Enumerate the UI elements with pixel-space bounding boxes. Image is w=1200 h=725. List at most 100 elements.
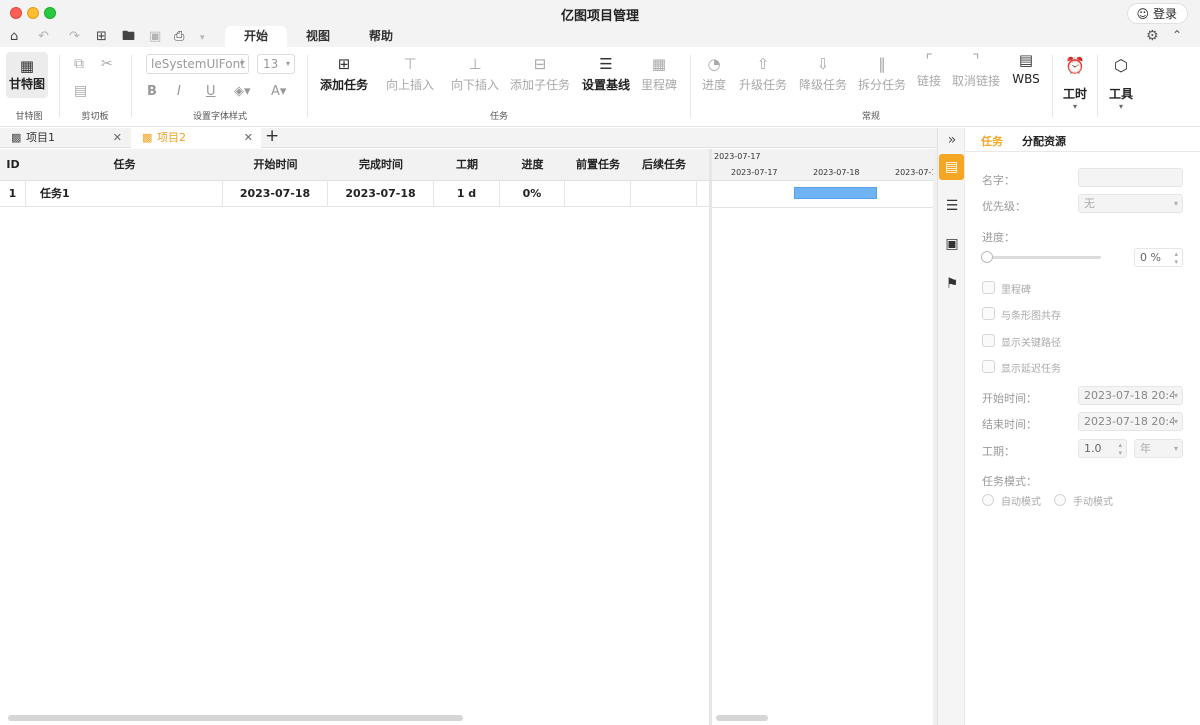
cell-predecessors[interactable]	[565, 181, 631, 206]
home-icon[interactable]: ⌂	[10, 29, 18, 44]
critical-path-checkbox[interactable]	[982, 334, 995, 347]
auto-mode-radio[interactable]	[982, 494, 994, 506]
new-file-icon[interactable]: ⊞	[96, 29, 107, 44]
insert-below-button[interactable]: ⊥ 向下插入	[447, 53, 503, 93]
column-header-id[interactable]: ID	[0, 149, 26, 181]
column-header-task[interactable]: 任务	[26, 149, 223, 181]
doc-tab-project2[interactable]: ▩ 项目2 ✕	[131, 128, 261, 148]
list-icon[interactable]: ☰	[938, 198, 966, 214]
print-icon[interactable]: ⎙	[174, 29, 184, 44]
milestone-button[interactable]: ▦ 里程碑	[638, 53, 680, 93]
split-task-button[interactable]: ‖ 拆分任务	[856, 53, 908, 93]
column-header-predecessors[interactable]: 前置任务	[565, 149, 631, 181]
wbs-button[interactable]: ▤ WBS	[1008, 49, 1044, 86]
add-task-icon: ⊞	[337, 55, 351, 73]
doc-tab-project1[interactable]: ▩ 项目1 ✕	[0, 128, 130, 148]
add-task-button[interactable]: ⊞ 添加任务	[318, 53, 370, 93]
copy-icon[interactable]: ⧉	[74, 56, 84, 72]
group-label-task: 任务	[489, 112, 508, 122]
panel-tab-task[interactable]: 任务	[981, 133, 1003, 149]
progress-slider-handle[interactable]	[981, 251, 993, 263]
start-time-label: 开始时间：	[982, 392, 1037, 405]
chevron-down-icon: ▾	[1173, 444, 1178, 453]
menu-tab-start[interactable]: 开始	[225, 26, 287, 47]
gantt-row-divider	[712, 207, 933, 208]
add-tab-icon[interactable]: +	[265, 126, 279, 146]
add-subtask-button[interactable]: ⊟ 添加子任务	[509, 53, 571, 93]
cell-id[interactable]: 1	[0, 181, 26, 206]
cell-successors[interactable]	[631, 181, 697, 206]
column-header-progress[interactable]: 进度	[500, 149, 565, 181]
menu-bar: ⌂ ↶ ↷ ⊞ 🖿 ▣ ⎙ ▾ 开始 视图 帮助 ⚙ ⌃	[0, 26, 1200, 47]
grid-horizontal-scrollbar[interactable]	[8, 715, 463, 721]
priority-select[interactable]: 无 ▾	[1078, 194, 1183, 213]
column-header-start[interactable]: 开始时间	[223, 149, 328, 181]
bold-icon[interactable]: B	[147, 84, 157, 99]
set-baseline-button[interactable]: ☰ 设置基线	[580, 53, 632, 93]
end-time-field[interactable]: 2023-07-18 20:4 ▾	[1078, 412, 1183, 431]
paste-icon[interactable]: ▤	[74, 83, 87, 99]
chevron-down-icon: ▾	[1072, 102, 1077, 111]
redo-icon[interactable]: ↷	[69, 29, 80, 44]
panel-tab-resources[interactable]: 分配资源	[1022, 133, 1066, 149]
panel-tabs: 任务 分配资源	[965, 128, 1200, 152]
fill-color-icon[interactable]: ◈▾	[234, 84, 251, 99]
save-icon[interactable]: ▣	[149, 29, 161, 44]
cut-icon[interactable]: ✂	[101, 56, 113, 72]
upgrade-task-button[interactable]: ⇧ 升级任务	[737, 53, 789, 93]
cell-finish[interactable]: 2023-07-18	[328, 181, 434, 206]
underline-icon[interactable]: U	[206, 84, 216, 99]
gantt-view-button[interactable]: ▦ 甘特图	[6, 52, 48, 98]
font-size-select[interactable]: 13 ▾	[257, 54, 295, 74]
column-header-finish[interactable]: 完成时间	[328, 149, 434, 181]
italic-icon[interactable]: I	[177, 84, 181, 99]
close-icon[interactable]: ✕	[113, 128, 122, 148]
column-header-successors[interactable]: 后续任务	[631, 149, 697, 181]
delayed-tasks-checkbox[interactable]	[982, 360, 995, 373]
duration-stepper[interactable]: 1.0 ▴ ▾	[1078, 439, 1127, 458]
task-properties-icon[interactable]: ▤	[939, 154, 964, 180]
progress-stepper[interactable]: 0 % ▴ ▾	[1134, 248, 1183, 267]
cell-progress[interactable]: 0%	[500, 181, 565, 206]
manual-mode-radio[interactable]	[1054, 494, 1066, 506]
progress-slider[interactable]	[985, 256, 1101, 259]
duration-unit-select[interactable]: 年 ▾	[1134, 439, 1183, 458]
tools-button[interactable]: ⬡ 工具 ▾	[1104, 55, 1138, 111]
quick-access-dropdown-icon[interactable]: ▾	[200, 31, 205, 46]
table-row[interactable]: 1 任务1 2023-07-18 2023-07-18 1 d 0%	[0, 181, 709, 207]
coexist-checkbox[interactable]	[982, 307, 995, 320]
note-icon[interactable]: ▣	[938, 236, 966, 252]
cell-start[interactable]: 2023-07-18	[223, 181, 328, 206]
cell-duration[interactable]: 1 d	[434, 181, 500, 206]
baseline-sliders-icon: ☰	[599, 55, 613, 73]
font-color-icon[interactable]: A▾	[271, 84, 286, 99]
tag-icon[interactable]: ⚑	[938, 276, 966, 292]
name-field[interactable]	[1078, 168, 1183, 187]
settings-gear-icon[interactable]: ⚙	[1146, 28, 1159, 44]
downgrade-task-button[interactable]: ⇩ 降级任务	[797, 53, 849, 93]
group-label-gantt: 甘特图	[15, 112, 43, 122]
cell-task[interactable]: 任务1	[26, 181, 223, 206]
menu-tab-view[interactable]: 视图	[287, 26, 349, 47]
progress-button[interactable]: ◔ 进度	[698, 53, 730, 93]
duration-label: 工期：	[982, 445, 1015, 458]
link-button[interactable]: ⌜ 链接	[914, 49, 944, 89]
open-folder-icon[interactable]: 🖿	[122, 29, 135, 44]
font-family-select[interactable]: leSystemUIFont ▾	[146, 54, 249, 74]
expand-panel-icon[interactable]: »	[938, 132, 966, 148]
milestone-checkbox[interactable]	[982, 281, 995, 294]
undo-icon[interactable]: ↶	[38, 29, 49, 44]
project-file-icon: ▩	[11, 131, 22, 144]
collapse-ribbon-icon[interactable]: ⌃	[1172, 28, 1182, 42]
menu-tab-help[interactable]: 帮助	[350, 26, 412, 47]
login-button[interactable]: ☺ 登录	[1127, 3, 1188, 24]
column-header-duration[interactable]: 工期	[434, 149, 500, 181]
hours-button[interactable]: ⏰ 工时 ▾	[1058, 55, 1092, 111]
progress-pie-icon: ◔	[707, 55, 721, 73]
unlink-button[interactable]: ⌝ 取消链接	[951, 49, 1001, 89]
gantt-horizontal-scrollbar[interactable]	[716, 715, 768, 721]
start-time-field[interactable]: 2023-07-18 20:4 ▾	[1078, 386, 1183, 405]
insert-above-button[interactable]: ⊤ 向上插入	[382, 53, 438, 93]
task-bar[interactable]	[794, 187, 877, 199]
close-icon[interactable]: ✕	[244, 128, 253, 148]
